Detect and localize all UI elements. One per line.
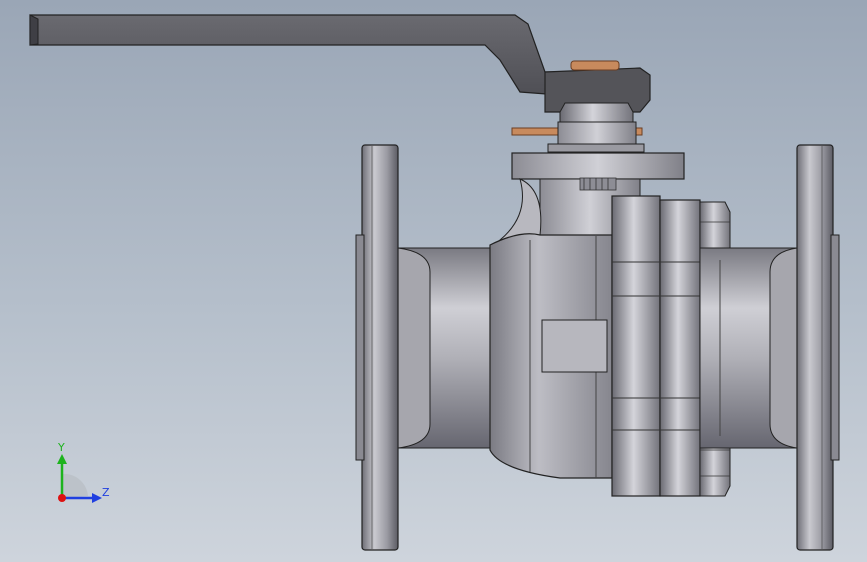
stem-assembly [511, 102, 645, 153]
ball-valve-model[interactable] [0, 0, 867, 562]
triad-y-label: Y [58, 441, 65, 454]
neck-threads [579, 177, 617, 191]
mounting-pad [511, 152, 685, 180]
triad-z-label: Z [102, 486, 110, 499]
right-pipe-body [699, 247, 798, 449]
body-flange [611, 195, 701, 497]
left-end-flange [355, 144, 399, 551]
lever-handle[interactable] [29, 14, 651, 113]
right-end-flange [796, 144, 840, 551]
nameplate [541, 319, 608, 373]
valve-body [489, 233, 613, 479]
cad-viewport[interactable]: Y Z [0, 0, 867, 562]
lever-nut-copper [570, 60, 620, 71]
coordinate-triad: Y Z [48, 440, 118, 510]
left-pipe-body [397, 247, 491, 449]
